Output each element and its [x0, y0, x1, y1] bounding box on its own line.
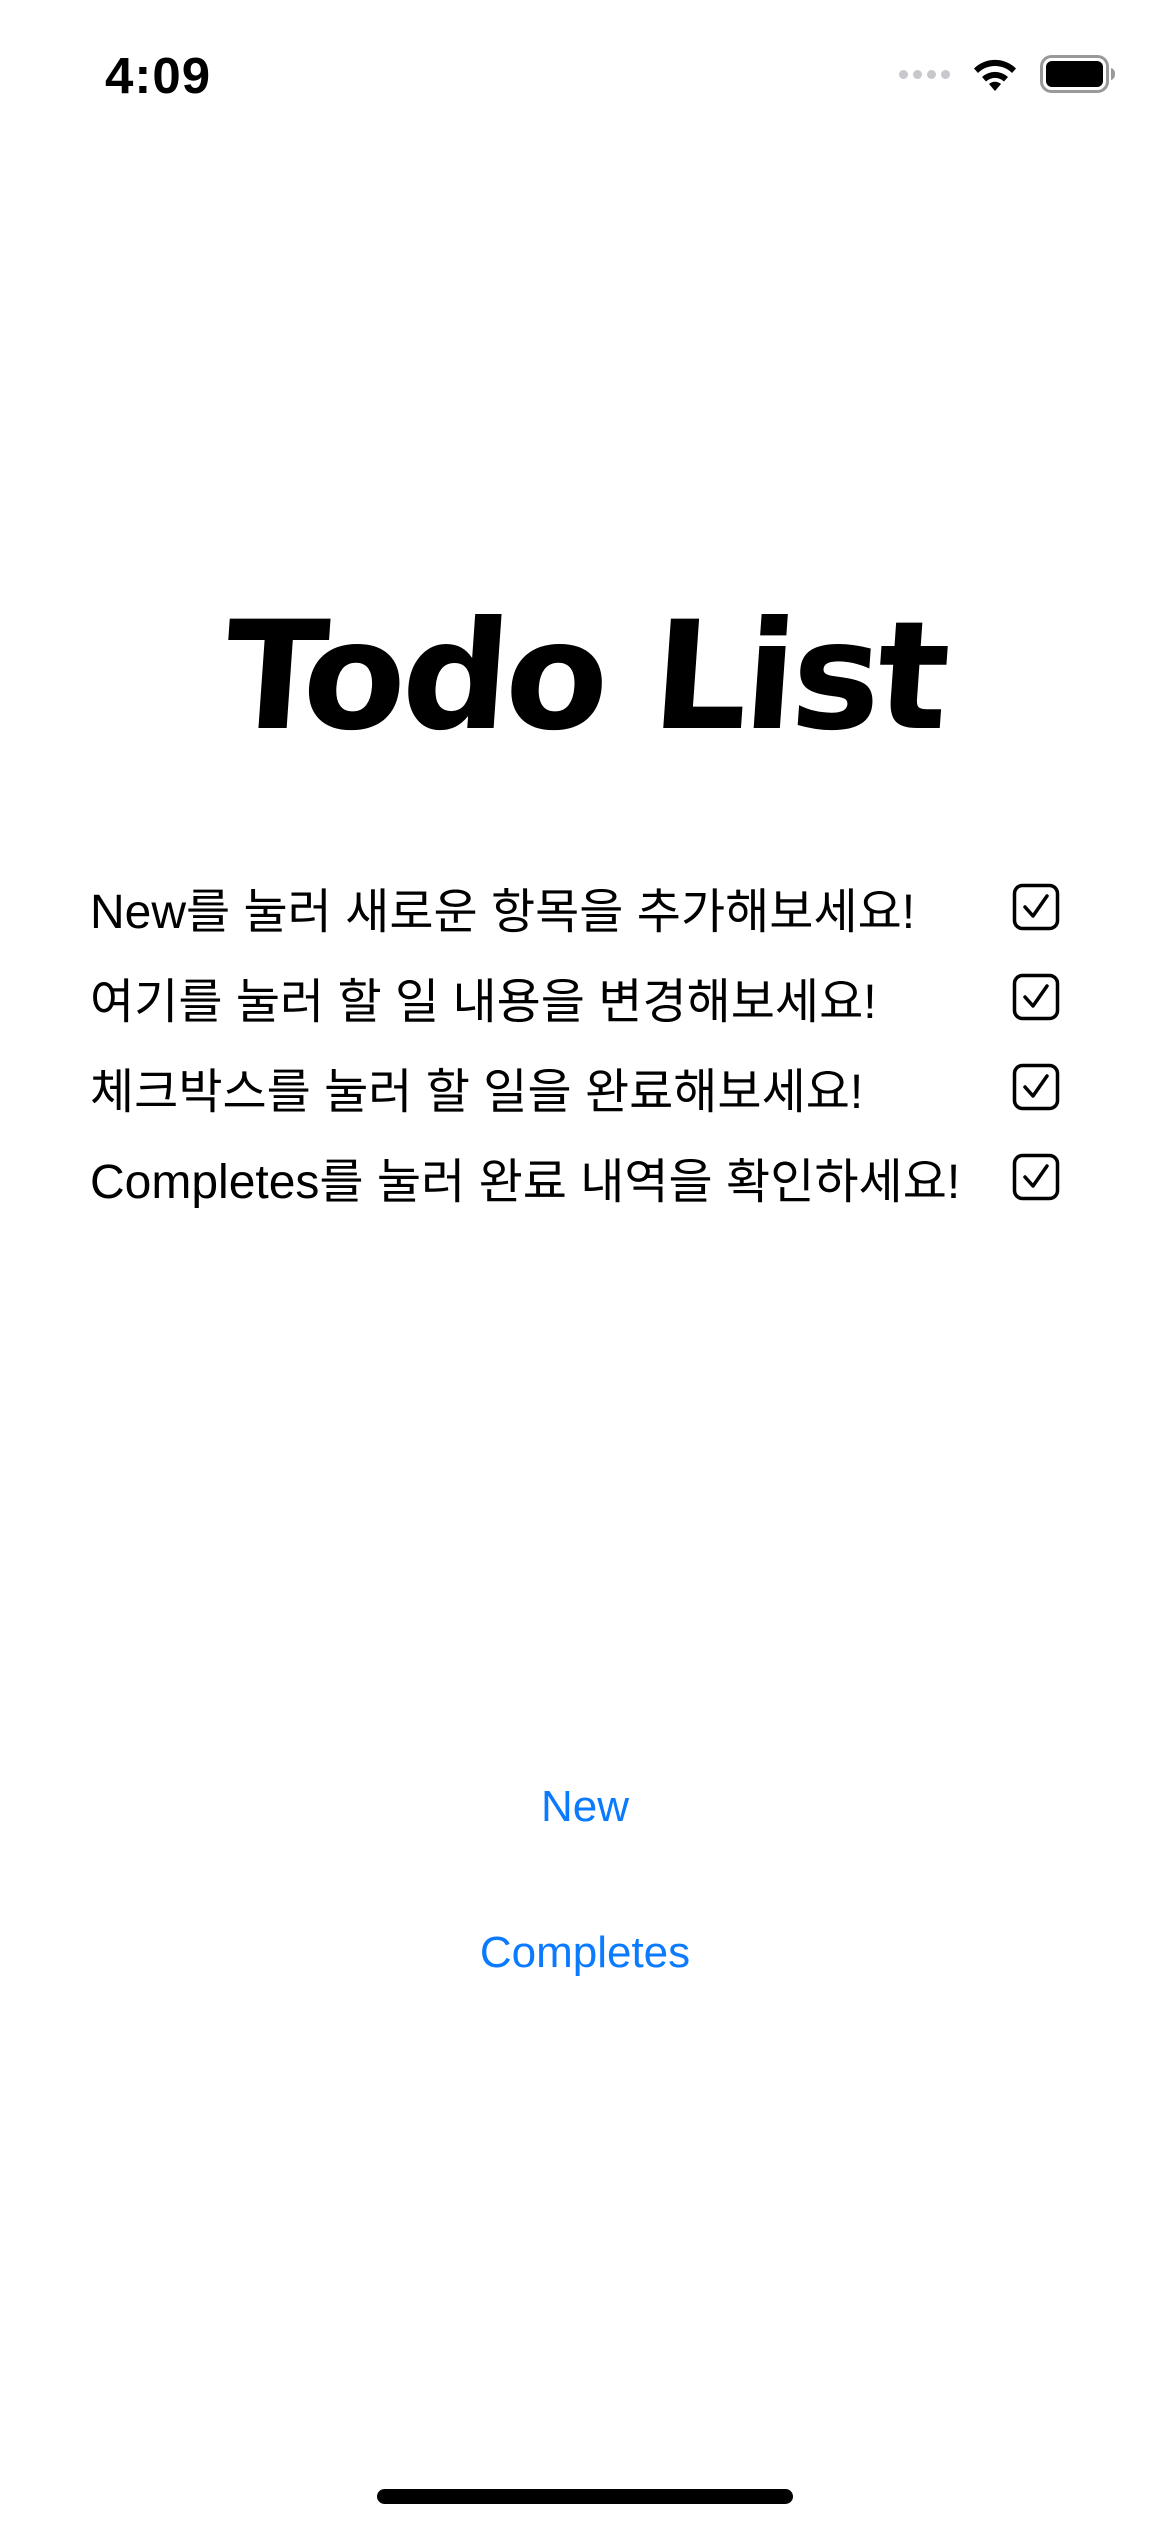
status-time: 4:09 — [105, 47, 212, 104]
checkbox-checked-icon[interactable] — [1012, 1153, 1060, 1201]
page-title: Todo List — [218, 590, 952, 764]
todo-item[interactable]: 체크박스를 눌러 할 일을 완료해보세요! — [90, 1042, 1090, 1132]
todo-text[interactable]: Completes를 눌러 완료 내역을 확인하세요! — [90, 1142, 960, 1212]
signal-icon — [899, 69, 950, 79]
todo-item[interactable]: Completes를 눌러 완료 내역을 확인하세요! — [90, 1132, 1090, 1222]
todo-screen: 4:09 Todo List New를 눌러 새로운 항목을 추가해보세요! 여… — [0, 0, 1170, 2532]
checkbox-checked-icon[interactable] — [1012, 883, 1060, 931]
home-indicator[interactable] — [377, 2489, 793, 2504]
todo-text[interactable]: New를 눌러 새로운 항목을 추가해보세요! — [90, 872, 915, 942]
checkbox-checked-icon[interactable] — [1012, 973, 1060, 1021]
status-icons — [899, 52, 1116, 96]
todo-list: New를 눌러 새로운 항목을 추가해보세요! 여기를 눌러 할 일 내용을 변… — [90, 862, 1090, 1222]
todo-text[interactable]: 체크박스를 눌러 할 일을 완료해보세요! — [90, 1052, 863, 1122]
todo-item[interactable]: New를 눌러 새로운 항목을 추가해보세요! — [90, 862, 1090, 952]
completes-button[interactable]: Completes — [0, 1928, 1170, 1978]
battery-icon — [1040, 55, 1116, 93]
wifi-icon — [970, 55, 1020, 93]
status-bar: 4:09 — [0, 0, 1170, 140]
todo-item[interactable]: 여기를 눌러 할 일 내용을 변경해보세요! — [90, 952, 1090, 1042]
todo-text[interactable]: 여기를 눌러 할 일 내용을 변경해보세요! — [90, 962, 877, 1032]
checkbox-checked-icon[interactable] — [1012, 1063, 1060, 1111]
new-button[interactable]: New — [0, 1782, 1170, 1832]
